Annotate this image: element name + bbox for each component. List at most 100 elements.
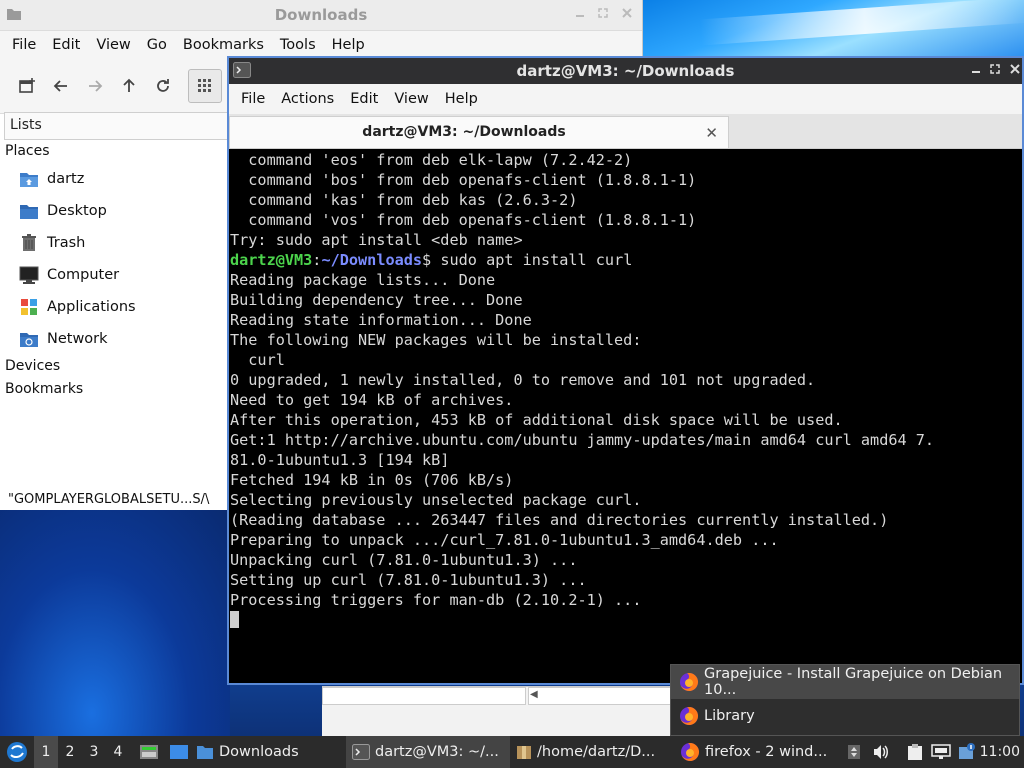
- task-home-dartz[interactable]: /home/dartz/D...: [510, 736, 674, 768]
- fm-menu-tools[interactable]: Tools: [272, 37, 324, 53]
- task-terminal[interactable]: dartz@VM3: ~/...: [346, 736, 510, 768]
- terminal-line: The following NEW packages will be insta…: [230, 331, 642, 349]
- tab-close-icon[interactable]: ✕: [705, 124, 718, 142]
- maximize-icon[interactable]: [598, 8, 608, 18]
- place-label: Desktop: [47, 203, 107, 219]
- start-menu-button[interactable]: [0, 741, 34, 763]
- place-network[interactable]: Network: [0, 323, 228, 355]
- workspace-4[interactable]: 4: [106, 744, 130, 760]
- terminal-line: Setting up curl (7.81.0-1ubuntu1.3) ...: [230, 571, 587, 589]
- terminal-cursor: [230, 611, 239, 628]
- scrollbar-track[interactable]: [322, 687, 526, 705]
- terminal-icon: [352, 744, 370, 760]
- firefox-window-list-popup: Grapejuice - Install Grapejuice on Debia…: [670, 664, 1020, 736]
- forward-arrow-icon[interactable]: [78, 69, 112, 103]
- place-dartz[interactable]: dartz: [0, 163, 228, 195]
- fm-menubar: File Edit View Go Bookmarks Tools Help: [0, 31, 642, 59]
- files-launcher-icon: [140, 745, 158, 759]
- fm-menu-help[interactable]: Help: [324, 37, 373, 53]
- volume-icon[interactable]: [868, 744, 894, 760]
- firefox-icon: [679, 706, 699, 726]
- workspace-3[interactable]: 3: [82, 744, 106, 760]
- back-arrow-icon[interactable]: [44, 69, 78, 103]
- terminal-line: command 'eos' from deb elk-lapw (7.2.42-…: [230, 151, 633, 169]
- file-manager-launcher[interactable]: [134, 743, 164, 761]
- terminal-window-title: dartz@VM3: ~/Downloads: [516, 62, 735, 80]
- fm-menu-edit[interactable]: Edit: [44, 37, 88, 53]
- clipboard-icon[interactable]: [902, 743, 928, 761]
- close-icon[interactable]: [622, 8, 632, 18]
- terminal-tab-bar: dartz@VM3: ~/Downloads ✕: [229, 114, 1022, 149]
- scroll-left-icon[interactable]: ◀: [530, 689, 538, 700]
- term-menu-file[interactable]: File: [233, 91, 273, 107]
- workspace-1[interactable]: 1: [34, 736, 58, 768]
- terminal-titlebar[interactable]: dartz@VM3: ~/Downloads: [229, 58, 1022, 84]
- icon-view-button[interactable]: [188, 69, 222, 103]
- side-pane-selector[interactable]: Lists: [4, 112, 230, 140]
- term-menu-edit[interactable]: Edit: [342, 91, 386, 107]
- fm-menu-go[interactable]: Go: [139, 37, 175, 53]
- tray-arrows-icon[interactable]: [840, 744, 868, 760]
- terminal-window: dartz@VM3: ~/Downloads File Actions Edit…: [227, 56, 1024, 685]
- terminal-line: Building dependency tree... Done: [230, 291, 523, 309]
- show-desktop-button[interactable]: [164, 744, 194, 760]
- applications-icon: [18, 296, 40, 318]
- workspace-2[interactable]: 2: [58, 744, 82, 760]
- term-menu-actions[interactable]: Actions: [273, 91, 342, 107]
- terminal-line: Reading package lists... Done: [230, 271, 496, 289]
- section-bookmarks[interactable]: Bookmarks: [0, 378, 228, 401]
- clock[interactable]: 11:00: [980, 744, 1020, 760]
- place-label: Trash: [47, 235, 86, 251]
- fm-status-bar: "GOMPLAYERGLOBALSETU...S/\: [8, 492, 210, 507]
- terminal-line: Need to get 194 kB of archives.: [230, 391, 514, 409]
- popup-item-grapejuice[interactable]: Grapejuice - Install Grapejuice on Debia…: [671, 665, 1019, 699]
- terminal-tab[interactable]: dartz@VM3: ~/Downloads ✕: [229, 116, 729, 148]
- terminal-output[interactable]: command 'eos' from deb elk-lapw (7.2.42-…: [230, 150, 1022, 683]
- section-devices[interactable]: Devices: [0, 355, 228, 378]
- terminal-close-icon[interactable]: [1010, 64, 1020, 74]
- term-menu-view[interactable]: View: [386, 91, 436, 107]
- terminal-line: Selecting previously unselected package …: [230, 491, 642, 509]
- task-downloads[interactable]: Downloads: [194, 736, 346, 768]
- network-icon: [18, 328, 40, 350]
- update-notifier-icon[interactable]: [954, 743, 980, 761]
- terminal-line: Unpacking curl (7.81.0-1ubuntu1.3) ...: [230, 551, 578, 569]
- place-desktop[interactable]: Desktop: [0, 195, 228, 227]
- term-menu-help[interactable]: Help: [437, 91, 486, 107]
- fm-menu-bookmarks[interactable]: Bookmarks: [175, 37, 272, 53]
- scrollbar-track-right[interactable]: [528, 687, 672, 705]
- task-label: Downloads: [219, 744, 299, 760]
- terminal-line: Fetched 194 kB in 0s (706 kB/s): [230, 471, 514, 489]
- popup-item-label: Library: [704, 708, 755, 724]
- terminal-line: 81.0-1ubuntu1.3 [194 kB]: [230, 451, 450, 469]
- fm-titlebar[interactable]: Downloads: [0, 0, 642, 31]
- fm-menu-view[interactable]: View: [88, 37, 138, 53]
- terminal-minimize-icon[interactable]: [971, 64, 981, 74]
- reload-icon[interactable]: [146, 69, 180, 103]
- task-firefox[interactable]: firefox - 2 wind...: [674, 736, 836, 768]
- prompt-user: dartz@VM3: [230, 251, 313, 269]
- new-tab-button[interactable]: [10, 69, 44, 103]
- place-label: dartz: [47, 171, 85, 187]
- task-label: firefox - 2 wind...: [705, 744, 828, 760]
- terminal-tab-label: dartz@VM3: ~/Downloads: [362, 124, 566, 140]
- section-places[interactable]: Places: [0, 140, 228, 163]
- fm-menu-file[interactable]: File: [4, 37, 44, 53]
- place-trash[interactable]: Trash: [0, 227, 228, 259]
- minimize-icon[interactable]: [575, 8, 585, 18]
- firefox-icon: [679, 672, 699, 692]
- fm-horizontal-scrollbar[interactable]: ◀: [322, 686, 672, 737]
- bottom-panel: 1 2 3 4 Downloads dartz@VM3: ~/... /home…: [0, 736, 1024, 768]
- place-applications[interactable]: Applications: [0, 291, 228, 323]
- fm-window-title: Downloads: [274, 6, 368, 24]
- popup-item-library[interactable]: Library: [671, 699, 1019, 733]
- terminal-line: After this operation, 453 kB of addition…: [230, 411, 843, 429]
- terminal-line: (Reading database ... 263447 files and d…: [230, 511, 889, 529]
- terminal-line: command 'bos' from deb openafs-client (1…: [230, 171, 697, 189]
- network-tray-icon[interactable]: [928, 744, 954, 760]
- terminal-maximize-icon[interactable]: [990, 64, 1000, 74]
- place-computer[interactable]: Computer: [0, 259, 228, 291]
- firefox-icon: [680, 742, 700, 762]
- task-label: dartz@VM3: ~/...: [375, 744, 499, 760]
- up-arrow-icon[interactable]: [112, 69, 146, 103]
